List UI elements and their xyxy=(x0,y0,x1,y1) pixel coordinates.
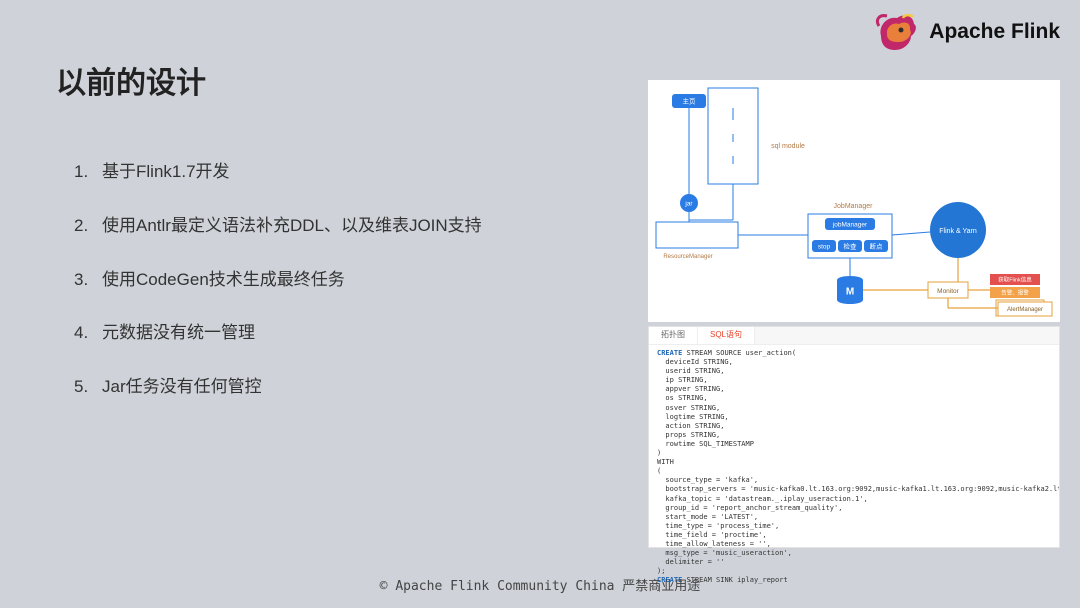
diagram-label: JobManager xyxy=(834,203,874,210)
diagram-node: stop xyxy=(818,244,831,251)
svg-text:M: M xyxy=(846,287,854,298)
diagram-node: 断点 xyxy=(870,242,884,251)
diagram-node: 检查 xyxy=(844,242,858,251)
list-item: 使用CodeGen技术生成最终任务 xyxy=(74,268,594,292)
code-tabs: 拓扑图 SQL语句 xyxy=(649,327,1059,345)
logo-text: Apache Flink xyxy=(929,20,1060,44)
list-item: 基于Flink1.7开发 xyxy=(74,160,594,184)
tab-topology[interactable]: 拓扑图 xyxy=(649,327,698,344)
diagram-node: jar xyxy=(684,201,693,208)
diagram-label: sql module xyxy=(771,143,805,150)
flink-squirrel-icon xyxy=(873,10,921,54)
diagram-label: ResourceManager xyxy=(663,254,712,260)
list-item: 元数据没有统一管理 xyxy=(74,321,594,345)
diagram-node: AlertManager xyxy=(1007,307,1043,313)
sql-code: CREATE STREAM SOURCE user_action( device… xyxy=(649,345,1059,599)
architecture-diagram: 主页 SQL antlr codegen compile sql module … xyxy=(648,80,1060,322)
diagram-node: 获取Flink信息 xyxy=(998,275,1032,283)
diagram-node: 主页 xyxy=(683,97,697,106)
slide: Apache Flink 以前的设计 基于Flink1.7开发 使用Antlr最… xyxy=(0,0,1080,608)
bullet-list: 基于Flink1.7开发 使用Antlr最定义语法补充DDL、以及维表JOIN支… xyxy=(74,160,594,429)
diagram-node: 告警、报警 xyxy=(1001,288,1029,296)
list-item: 使用Antlr最定义语法补充DDL、以及维表JOIN支持 xyxy=(74,214,594,238)
footer-text: © Apache Flink Community China 严禁商业用途 xyxy=(0,575,1080,594)
tab-sql[interactable]: SQL语句 xyxy=(698,327,755,344)
diagram-node: Flink & Yarn xyxy=(939,228,977,235)
list-item: Jar任务没有任何管控 xyxy=(74,375,594,399)
code-panel: 拓扑图 SQL语句 CREATE STREAM SOURCE user_acti… xyxy=(648,326,1060,548)
flink-logo: Apache Flink xyxy=(873,10,1060,54)
diagram-node: Monitor xyxy=(937,288,960,295)
slide-title: 以前的设计 xyxy=(56,58,206,102)
diagram-node: jobManager xyxy=(832,222,868,229)
